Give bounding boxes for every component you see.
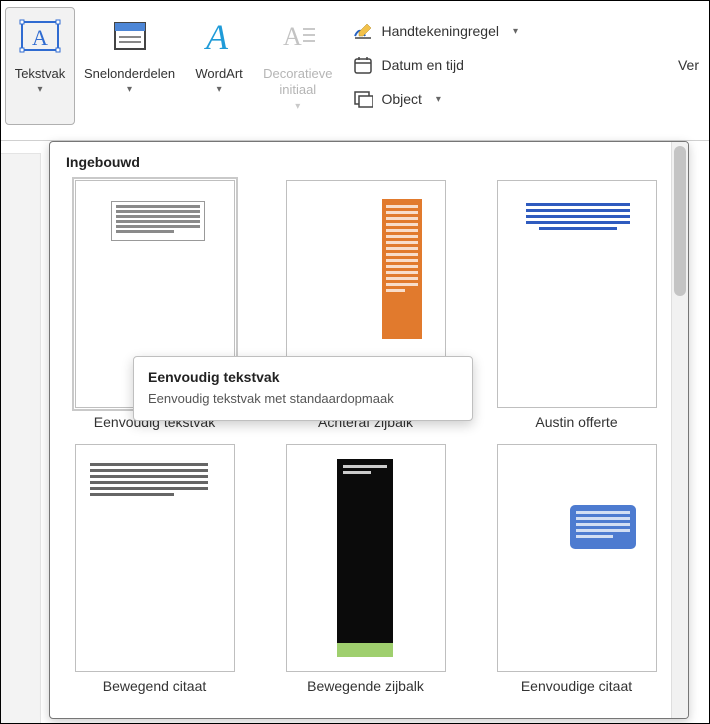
- decoratieve-initiaal-button: A Decoratieve initiaal ▾: [256, 7, 339, 125]
- chevron-down-icon: ▾: [436, 94, 441, 105]
- tooltip-title: Eenvoudig tekstvak: [148, 369, 458, 385]
- chevron-down-icon: ▾: [127, 84, 132, 95]
- datum-en-tijd-label: Datum en tijd: [381, 57, 463, 73]
- chevron-down-icon: ▾: [37, 84, 42, 95]
- gallery-scrollbar[interactable]: [671, 142, 688, 718]
- gallery-item-label: Bewegend citaat: [103, 678, 207, 694]
- chevron-down-icon: ▾: [513, 26, 518, 37]
- handtekeningregel-button[interactable]: Handtekeningregel ▾: [353, 17, 518, 45]
- signature-icon: [353, 21, 373, 41]
- object-button[interactable]: Object ▾: [353, 85, 518, 113]
- gallery-item-label: Bewegende zijbalk: [307, 678, 424, 694]
- tooltip: Eenvoudig tekstvak Eenvoudig tekstvak me…: [133, 356, 473, 421]
- document-margin-strip: [1, 153, 41, 723]
- dropcap-icon: A: [274, 12, 322, 60]
- wordart-icon: A: [195, 12, 243, 60]
- gallery-item-label: Austin offerte: [535, 414, 617, 430]
- gallery-grid: Eenvoudig tekstvak Achteraf zijbalk: [64, 180, 667, 694]
- gallery-item-label: Eenvoudige citaat: [521, 678, 632, 694]
- gallery-item-austin-offerte[interactable]: Austin offerte: [486, 180, 667, 430]
- snelonderdelen-button[interactable]: Snelonderdelen ▾: [77, 7, 182, 125]
- truncated-ribbon-label: Ver: [678, 7, 705, 73]
- gallery-item-bewegende-zijbalk[interactable]: Bewegende zijbalk: [275, 444, 456, 694]
- chevron-down-icon: ▾: [217, 84, 222, 95]
- snelonderdelen-label: Snelonderdelen: [84, 66, 175, 82]
- scrollbar-thumb[interactable]: [674, 146, 686, 296]
- tekstvak-icon: A: [16, 12, 64, 60]
- handtekeningregel-label: Handtekeningregel: [381, 23, 499, 39]
- gallery-item-eenvoudige-citaat[interactable]: Eenvoudige citaat: [486, 444, 667, 694]
- gallery-content: Ingebouwd Eenvoudig tekstvak: [50, 142, 671, 718]
- datum-en-tijd-button[interactable]: Datum en tijd: [353, 51, 518, 79]
- tekstvak-gallery: Ingebouwd Eenvoudig tekstvak: [49, 141, 689, 719]
- svg-text:A: A: [32, 25, 48, 50]
- object-icon: [353, 89, 373, 109]
- tooltip-description: Eenvoudig tekstvak met standaardopmaak: [148, 391, 458, 406]
- wordart-label: WordArt: [195, 66, 242, 82]
- decoratieve-initiaal-label: Decoratieve initiaal: [263, 66, 332, 99]
- svg-text:A: A: [283, 22, 302, 51]
- tekstvak-label: Tekstvak: [15, 66, 66, 82]
- chevron-down-icon: ▾: [295, 101, 300, 112]
- wordart-button[interactable]: A WordArt ▾: [184, 7, 254, 125]
- ribbon-group-insert-extra: Handtekeningregel ▾ Datum en tijd Object…: [347, 7, 524, 113]
- svg-text:A: A: [204, 17, 229, 57]
- ribbon: A Tekstvak ▾ Snelonderdelen ▾ A WordArt …: [1, 1, 709, 141]
- gallery-item-bewegend-citaat[interactable]: Bewegend citaat: [64, 444, 245, 694]
- tekstvak-button[interactable]: A Tekstvak ▾: [5, 7, 75, 125]
- calendar-icon: [353, 55, 373, 75]
- ribbon-group-textboxes: A Tekstvak ▾ Snelonderdelen ▾ A WordArt …: [5, 7, 347, 125]
- gallery-header: Ingebouwd: [64, 152, 667, 180]
- object-label: Object: [381, 91, 421, 107]
- snelonderdelen-icon: [106, 12, 154, 60]
